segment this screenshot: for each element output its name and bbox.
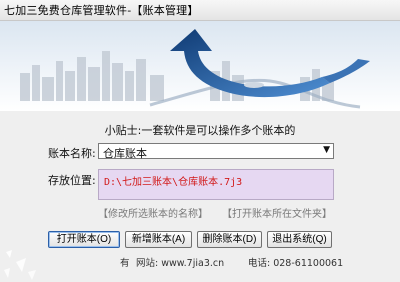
new-account-button[interactable]: 新增账本(A) <box>125 231 192 248</box>
exit-system-button[interactable]: 退出系统(Q) <box>267 231 332 248</box>
path-value: D:\七加三账本\仓库账本.7j3 <box>104 177 243 188</box>
footer-website: 网站: www.7jia3.cn <box>136 258 225 269</box>
path-field[interactable]: D:\七加三账本\仓库账本.7j3 <box>98 169 334 200</box>
open-folder-link[interactable]: 【打开账本所在文件夹】 <box>222 205 332 220</box>
account-select[interactable]: 仓库账本 ▼ <box>98 143 334 160</box>
decorative-sparkle-icon <box>4 250 36 280</box>
footer-phone: 电话: 028-61100061 <box>248 258 344 269</box>
account-label: 账本名称: <box>48 147 96 160</box>
rename-account-link[interactable]: 【修改所选账本的名称】 <box>98 205 208 220</box>
app-window: 七加三免费仓库管理软件-【账本管理】 小贴士:一套软件是可以操作多个账本的 账本… <box>0 0 400 282</box>
delete-account-button[interactable]: 删除账本(D) <box>197 231 262 248</box>
tip-text: 小贴士:一套软件是可以操作多个账本的 <box>104 124 296 137</box>
window-title: 七加三免费仓库管理软件-【账本管理】 <box>4 4 199 17</box>
footer-prefix: 有 <box>120 258 130 269</box>
header-banner <box>0 21 400 111</box>
city-skyline-arrow-graphic <box>0 21 400 111</box>
chevron-down-icon[interactable]: ▼ <box>323 145 330 155</box>
account-select-value: 仓库账本 <box>103 147 147 160</box>
path-label: 存放位置: <box>48 174 96 187</box>
open-account-button[interactable]: 打开账本(O) <box>48 231 120 248</box>
title-bar[interactable]: 七加三免费仓库管理软件-【账本管理】 <box>0 0 400 21</box>
